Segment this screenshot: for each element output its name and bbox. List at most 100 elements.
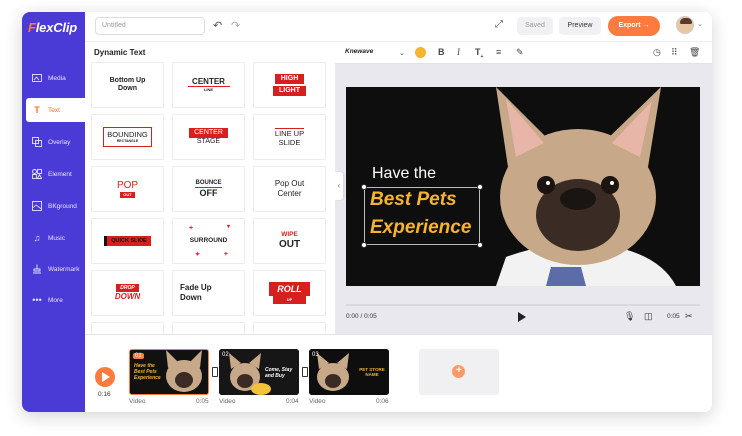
transition-icon[interactable] [212,367,218,377]
resize-handle[interactable] [477,184,483,190]
sidebar-item-label: BKground [48,202,77,210]
template-tile[interactable] [91,322,164,334]
resize-handle[interactable] [477,242,483,248]
chevron-down-icon[interactable]: ⌄ [399,49,405,57]
timeline-clip-3[interactable]: 03 PET STORE NAME [309,349,389,395]
template-quick-slide[interactable]: QUICK SLIDE [91,218,164,264]
sidebar-item-label: Media [48,74,66,82]
aspect-ratio-icon[interactable]: ◫ [644,311,653,322]
template-line-up-slide[interactable]: LINE UP SLIDE [253,114,326,160]
project-title-input[interactable]: Untitled [95,17,205,35]
tile-label: OFF [199,187,218,198]
undo-icon[interactable]: ↶ [213,19,222,32]
sidebar-item-label: Music [48,234,65,242]
sidebar-item-label: Element [48,170,72,178]
progress-track[interactable] [346,304,700,306]
template-wipe-out[interactable]: WIPE OUT [253,218,326,264]
tile-label: SURROUND [189,237,228,245]
text-color-picker[interactable] [415,47,426,58]
italic-icon[interactable]: I [457,47,460,57]
template-pop-out-center[interactable]: Pop Out Center [253,166,326,212]
tile-label: Center [277,189,302,198]
editor-area: Knewave ⌄ B I T+ ≡ ✎ ◷ ⠿ 🗑 Have the Best… [335,42,712,334]
sidebar-item-more[interactable]: ••• More [26,288,85,312]
template-pop-out[interactable]: POP OUT [91,166,164,212]
edit-icon[interactable]: ✎ [516,47,524,58]
sidebar-item-element[interactable]: Element [26,162,85,186]
sidebar-item-media[interactable]: Media [26,66,85,90]
tile-label: CENTER [192,76,225,86]
timeline-clip-2[interactable]: 02 Come, Stay and Buy [219,349,299,395]
canvas-text-line2: Best Pets [370,189,457,210]
overlay-icon [32,137,42,147]
tile-label: CENTER [189,127,228,138]
tile-label: LIGHT [273,86,306,97]
template-bottom-up-down[interactable]: Bottom Up Down [91,62,164,108]
redo-icon[interactable]: ↷ [231,19,240,32]
sidebar-item-overlay[interactable]: Overlay [26,130,85,154]
tile-label: Down [117,85,138,92]
sidebar-item-label: Watermark [48,265,80,273]
font-select[interactable]: Knewave [345,48,373,55]
add-clip-button[interactable]: + [419,349,499,395]
template-highlight[interactable]: HIGH LIGHT [253,62,326,108]
play-icon[interactable] [518,312,526,322]
template-roll-up[interactable]: ROLL UP [253,270,326,316]
template-drop-down[interactable]: DROP DOWN [91,270,164,316]
template-center-line[interactable]: CENTER LINE [172,62,245,108]
clock-icon[interactable]: ◷ [653,47,661,58]
clip-type: Video [129,398,146,405]
scissors-icon[interactable]: ✂ [685,311,693,322]
tile-label: POP [116,179,139,191]
text-toolbar: Knewave ⌄ B I T+ ≡ ✎ ◷ ⠿ 🗑 [335,42,712,64]
sidebar-item-watermark[interactable]: Watermark [26,257,85,281]
fullscreen-icon[interactable]: ⤢ [495,19,503,30]
bold-icon[interactable]: B [438,47,445,57]
bounding-box: BOUNDING RECTANGLE [103,127,152,147]
avatar[interactable] [676,16,694,34]
video-canvas[interactable]: Have the Best Pets Experience [346,87,700,286]
resize-handle[interactable] [361,184,367,190]
tile-label: Fade Up [180,283,212,293]
resize-handle[interactable] [361,242,367,248]
sidebar-item-text[interactable]: T Text [26,98,85,122]
grid-icon[interactable]: ⠿ [671,47,678,58]
element-icon [32,169,42,179]
template-bounding[interactable]: BOUNDING RECTANGLE [91,114,164,160]
timeline-clip-1[interactable]: 01 Have the Best Pets Experience [129,349,209,395]
tile-label: SLIDE [278,137,301,147]
sidebar-item-music[interactable]: ♫ Music [26,226,85,250]
timeline-play-button[interactable] [95,367,115,387]
text-size-icon[interactable]: T+ [475,47,483,60]
clip-number: 03 [312,352,319,358]
trash-icon[interactable]: 🗑 [689,47,700,58]
template-tile[interactable] [253,322,326,334]
watermark-icon [32,264,42,274]
collapse-panel-button[interactable]: ‹ [335,172,343,200]
microphone-icon[interactable]: 🎙 [624,311,635,322]
align-icon[interactable]: ≡ [496,47,501,57]
clip-duration: 0:06 [376,398,389,405]
sidebar-item-background[interactable]: BKground [26,194,85,218]
sidebar-item-label: More [48,296,63,304]
export-button[interactable]: Export → [608,16,660,36]
clip-type: Video [309,398,326,405]
template-center-stage[interactable]: CENTER STAGE [172,114,245,160]
tile-label: RECTANGLE [116,139,139,144]
sidebar: FlexClip Media T Text Overlay Element BK… [22,12,85,412]
duration-display: 0:05 [667,313,680,320]
surround-mark: + [223,250,228,258]
preview-button[interactable]: Preview [559,17,601,35]
text-panel: Dynamic Text Bottom Up Down CENTER LINE … [85,42,335,334]
template-tile[interactable] [172,322,245,334]
transition-icon[interactable] [302,367,308,377]
template-bounce-off[interactable]: BOUNCE OFF [172,166,245,212]
saved-button[interactable]: Saved [517,17,553,35]
tile-label: HIGH [274,73,305,84]
clip-number: 02 [222,352,229,358]
template-surround[interactable]: + ▾ SURROUND ✦ + [172,218,245,264]
sidebar-item-label: Overlay [48,138,71,146]
template-fade-up-down[interactable]: Fade Up Down [172,270,245,316]
chevron-down-icon[interactable]: ⌄ [697,20,703,28]
surround-mark: ▾ [226,224,230,230]
